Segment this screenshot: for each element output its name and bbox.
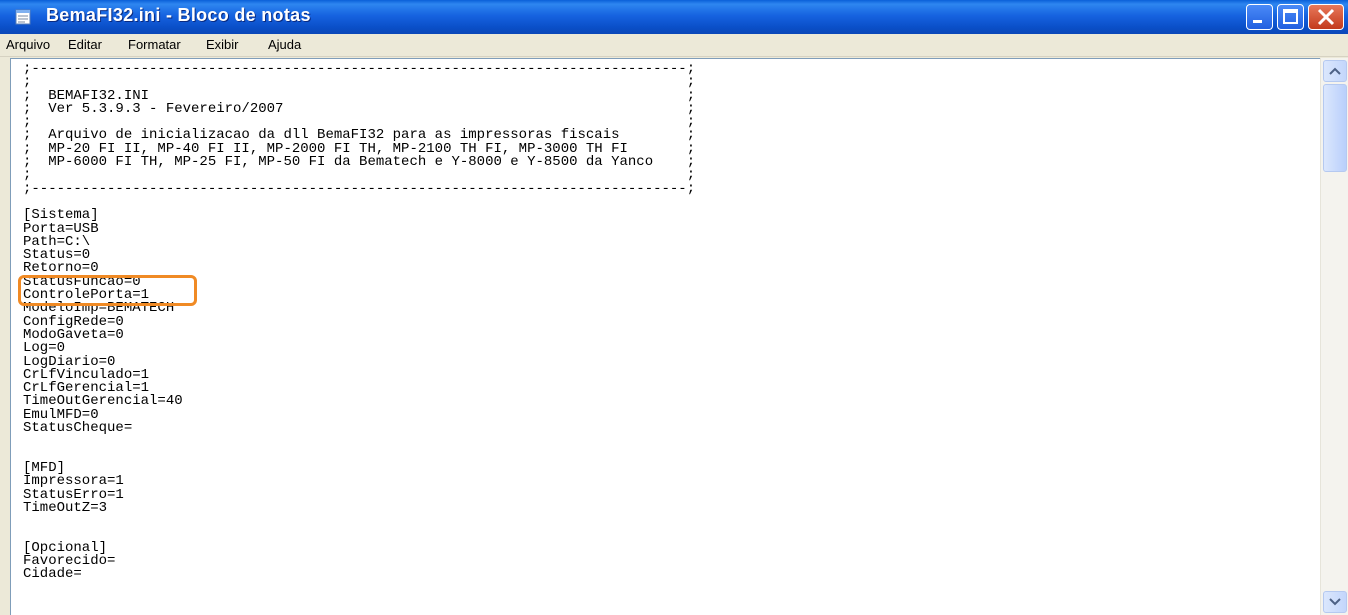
highlight-box-porta — [18, 275, 197, 306]
minimize-icon — [1253, 20, 1262, 23]
vertical-scrollbar[interactable] — [1320, 58, 1348, 615]
menu-label: Exibir — [206, 37, 239, 52]
text-line: Cidade= — [23, 566, 82, 583]
close-icon — [1317, 8, 1335, 26]
text-editor[interactable]: ;---------------------------------------… — [10, 58, 1348, 615]
window-title: BemaFI32.ini - Bloco de notas — [46, 5, 311, 25]
chevron-down-icon — [1329, 598, 1341, 606]
menu-label: Arquivo — [6, 37, 51, 52]
notepad-window: BemaFI32.ini - Bloco de notas Arquivo Ed… — [0, 0, 1348, 615]
text-line: StatusCheque= — [23, 420, 133, 437]
text-line: ;---------------------------------------… — [23, 180, 696, 197]
menu-bar: Arquivo Editar Formatar Exibir Ajuda — [0, 34, 1348, 57]
text-line: TimeOutZ=3 — [23, 499, 108, 516]
title-bar[interactable]: BemaFI32.ini - Bloco de notas — [0, 0, 1348, 34]
maximize-button[interactable] — [1277, 4, 1304, 30]
menu-arquivo[interactable]: Arquivo — [6, 37, 50, 52]
menu-editar[interactable]: Editar — [68, 37, 102, 52]
scroll-down-button[interactable] — [1323, 591, 1347, 613]
menu-label: Editar — [68, 37, 102, 52]
chevron-up-icon — [1329, 67, 1341, 75]
menu-formatar[interactable]: Formatar — [128, 37, 181, 52]
scroll-up-button[interactable] — [1323, 60, 1347, 82]
menu-label: Ajuda — [268, 37, 302, 52]
menu-ajuda[interactable]: Ajuda — [268, 37, 301, 52]
document-text: ;---------------------------------------… — [23, 62, 696, 583]
scroll-thumb[interactable] — [1323, 84, 1347, 172]
menu-exibir[interactable]: Exibir — [206, 37, 239, 52]
menu-label: Formatar — [128, 37, 181, 52]
close-button[interactable] — [1308, 4, 1344, 30]
notepad-icon — [15, 9, 31, 25]
maximize-icon — [1283, 9, 1298, 24]
minimize-button[interactable] — [1246, 4, 1273, 30]
